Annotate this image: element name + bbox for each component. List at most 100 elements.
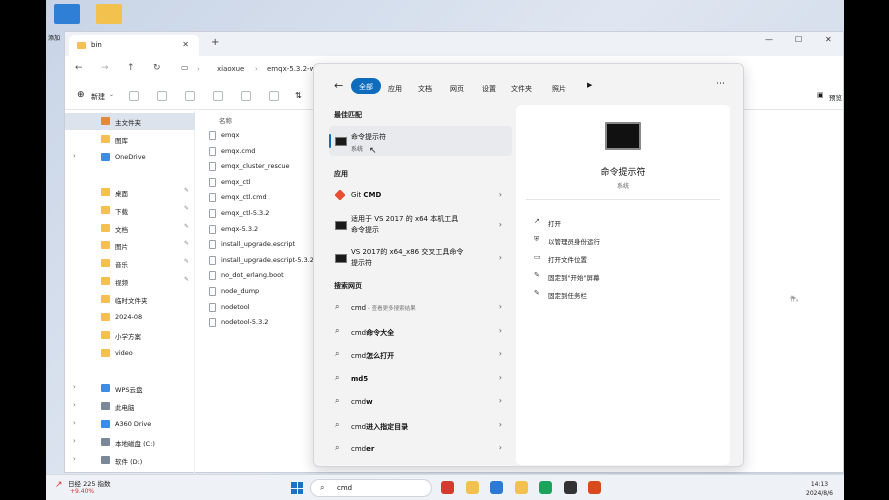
filter-tab[interactable]: 应用: [388, 80, 402, 96]
sidebar-item[interactable]: 文档 ✎: [65, 220, 195, 237]
sidebar-item[interactable]: 临时文件夹: [65, 291, 195, 308]
web-suggestion[interactable]: ⌕ cmd命令大全 ›: [329, 321, 512, 343]
web-suggestion[interactable]: ⌕ cmd - 查看更多搜索结果 ›: [329, 297, 512, 319]
sidebar-item[interactable]: video: [65, 345, 195, 362]
sidebar-item[interactable]: 2024-08: [65, 309, 195, 326]
minimize-icon[interactable]: —: [765, 35, 773, 44]
best-match-result[interactable]: 命令提示符 系统 ↖: [329, 126, 512, 156]
chevron-right-icon[interactable]: ›: [73, 152, 76, 160]
browser-app-icon[interactable]: [539, 481, 552, 494]
sidebar-item[interactable]: › 本地磁盘 (C:): [65, 434, 195, 451]
file-list-item[interactable]: emqx.cmd: [209, 146, 255, 156]
rename-icon[interactable]: [213, 91, 223, 101]
file-list-item[interactable]: emqx_cluster_rescue: [209, 162, 290, 172]
sidebar-item[interactable]: 小学方案: [65, 327, 195, 344]
cut-icon[interactable]: [129, 91, 139, 101]
sidebar-item[interactable]: 下载 ✎: [65, 202, 195, 219]
chevron-right-icon[interactable]: ›: [499, 326, 502, 335]
chevron-right-icon[interactable]: ›: [499, 190, 502, 199]
sidebar-item[interactable]: 桌面 ✎: [65, 184, 195, 201]
windows-start-icon[interactable]: [291, 482, 303, 494]
more-options-icon[interactable]: ⋯: [716, 79, 725, 89]
wps-app-icon[interactable]: [441, 481, 454, 494]
web-suggestion[interactable]: ⌕ cmdw ›: [329, 391, 512, 413]
breadcrumb-item-0[interactable]: xiaoxue: [217, 65, 244, 73]
app-result-git-cmd[interactable]: Git CMD ›: [329, 183, 512, 207]
pc-icon[interactable]: ▭: [181, 63, 189, 72]
refresh-icon[interactable]: ↻: [153, 63, 161, 73]
web-suggestion[interactable]: ⌕ cmd进入指定目录 ›: [329, 415, 512, 437]
store-icon[interactable]: [490, 481, 503, 494]
web-suggestion[interactable]: ⌕ cmder ›: [329, 438, 512, 460]
app-result-vs-x64-x86[interactable]: VS 2017的 x64_x86 交叉工具命令 提示符 ›: [329, 243, 512, 273]
detail-action[interactable]: ▭ 打开文件位置: [534, 253, 587, 264]
chevron-right-icon[interactable]: ›: [499, 349, 502, 358]
desktop-shortcut-1[interactable]: [52, 4, 82, 24]
chevron-right-icon[interactable]: ›: [499, 220, 502, 229]
pin-icon[interactable]: ✎: [184, 258, 189, 265]
detail-action[interactable]: ✎ 固定到"开始"屏幕: [534, 271, 599, 282]
office-icon[interactable]: [588, 481, 601, 494]
app-result-vs-x64[interactable]: 适用于 VS 2017 的 x64 本机工具 命令提示 ›: [329, 210, 512, 240]
detail-action[interactable]: ↗ 打开: [534, 217, 561, 228]
new-button[interactable]: 新建: [91, 92, 105, 102]
pin-icon[interactable]: ✎: [184, 223, 189, 230]
sort-icon[interactable]: ⇅: [295, 91, 302, 100]
sidebar-item[interactable]: 主文件夹: [65, 113, 195, 130]
back-arrow-icon[interactable]: ←: [334, 79, 343, 92]
pin-icon[interactable]: ✎: [184, 240, 189, 247]
sidebar-item[interactable]: 视频 ✎: [65, 273, 195, 290]
file-list-item[interactable]: nodetool-5.3.2: [209, 318, 268, 328]
chevron-right-icon[interactable]: ›: [499, 302, 502, 311]
file-list-item[interactable]: install_upgrade.escript: [209, 240, 295, 250]
sidebar-item[interactable]: › 此电脑: [65, 398, 195, 415]
forward-icon[interactable]: →: [101, 63, 109, 73]
system-clock[interactable]: 14:13 2024/8/6: [806, 480, 833, 498]
chevron-right-icon[interactable]: ›: [499, 253, 502, 262]
sidebar-item[interactable]: 图库: [65, 131, 195, 148]
chevron-right-icon[interactable]: ›: [73, 401, 76, 409]
filter-tab[interactable]: 设置: [482, 80, 496, 96]
file-list-item[interactable]: emqx-5.3.2: [209, 224, 258, 234]
stock-widget-name[interactable]: 日经 225 指数: [68, 478, 111, 488]
filter-tab[interactable]: 全部: [351, 78, 381, 94]
column-header-name[interactable]: 名称: [219, 115, 232, 125]
pin-icon[interactable]: ✎: [184, 276, 189, 283]
sidebar-item[interactable]: 图片 ✎: [65, 237, 195, 254]
paste-icon[interactable]: [185, 91, 195, 101]
chevron-right-icon[interactable]: ›: [499, 396, 502, 405]
breadcrumb-item-1[interactable]: emqx-5.3.2-w: [267, 65, 315, 73]
filter-tab[interactable]: 网页: [450, 80, 464, 96]
chevron-right-icon[interactable]: ›: [499, 420, 502, 429]
sidebar-item[interactable]: › OneDrive: [65, 149, 195, 166]
copy-icon[interactable]: [157, 91, 167, 101]
filter-tab[interactable]: 文档: [418, 80, 432, 96]
close-window-icon[interactable]: ✕: [825, 35, 832, 44]
file-list-item[interactable]: install_upgrade.escript-5.3.2: [209, 255, 314, 265]
pin-icon[interactable]: ✎: [184, 205, 189, 212]
maximize-icon[interactable]: ☐: [795, 35, 802, 44]
chrome-icon[interactable]: [563, 481, 577, 494]
sidebar-item[interactable]: › A360 Drive: [65, 416, 195, 433]
web-suggestion[interactable]: ⌕ md5 ›: [329, 368, 512, 390]
chevron-right-icon[interactable]: ›: [73, 383, 76, 391]
file-list-item[interactable]: emqx_ctl: [209, 177, 250, 187]
file-list-item[interactable]: emqx_ctl.cmd: [209, 193, 267, 203]
back-icon[interactable]: ←: [75, 63, 83, 73]
preview-button[interactable]: 预览: [829, 92, 842, 102]
file-list-item[interactable]: emqx: [209, 131, 239, 140]
file-explorer-icon[interactable]: [465, 481, 479, 494]
file-list-item[interactable]: emqx_ctl-5.3.2: [209, 209, 269, 218]
pin-icon[interactable]: ✎: [184, 187, 189, 194]
chevron-right-icon[interactable]: ›: [73, 437, 76, 445]
share-icon[interactable]: [241, 91, 251, 101]
taskbar-search-box[interactable]: ⌕ cmd: [310, 479, 432, 497]
file-list-item[interactable]: no_dot_erlang.boot: [209, 271, 284, 281]
chevron-right-icon[interactable]: ›: [499, 443, 502, 452]
sidebar-item[interactable]: 音乐 ✎: [65, 255, 195, 272]
more-filters-icon[interactable]: ▶: [587, 81, 592, 89]
file-list-item[interactable]: node_dump: [209, 287, 259, 296]
detail-action[interactable]: ✎ 固定到任务栏: [534, 289, 587, 300]
desktop-shortcut-2[interactable]: [94, 4, 124, 24]
filter-tab[interactable]: 照片: [552, 80, 566, 96]
